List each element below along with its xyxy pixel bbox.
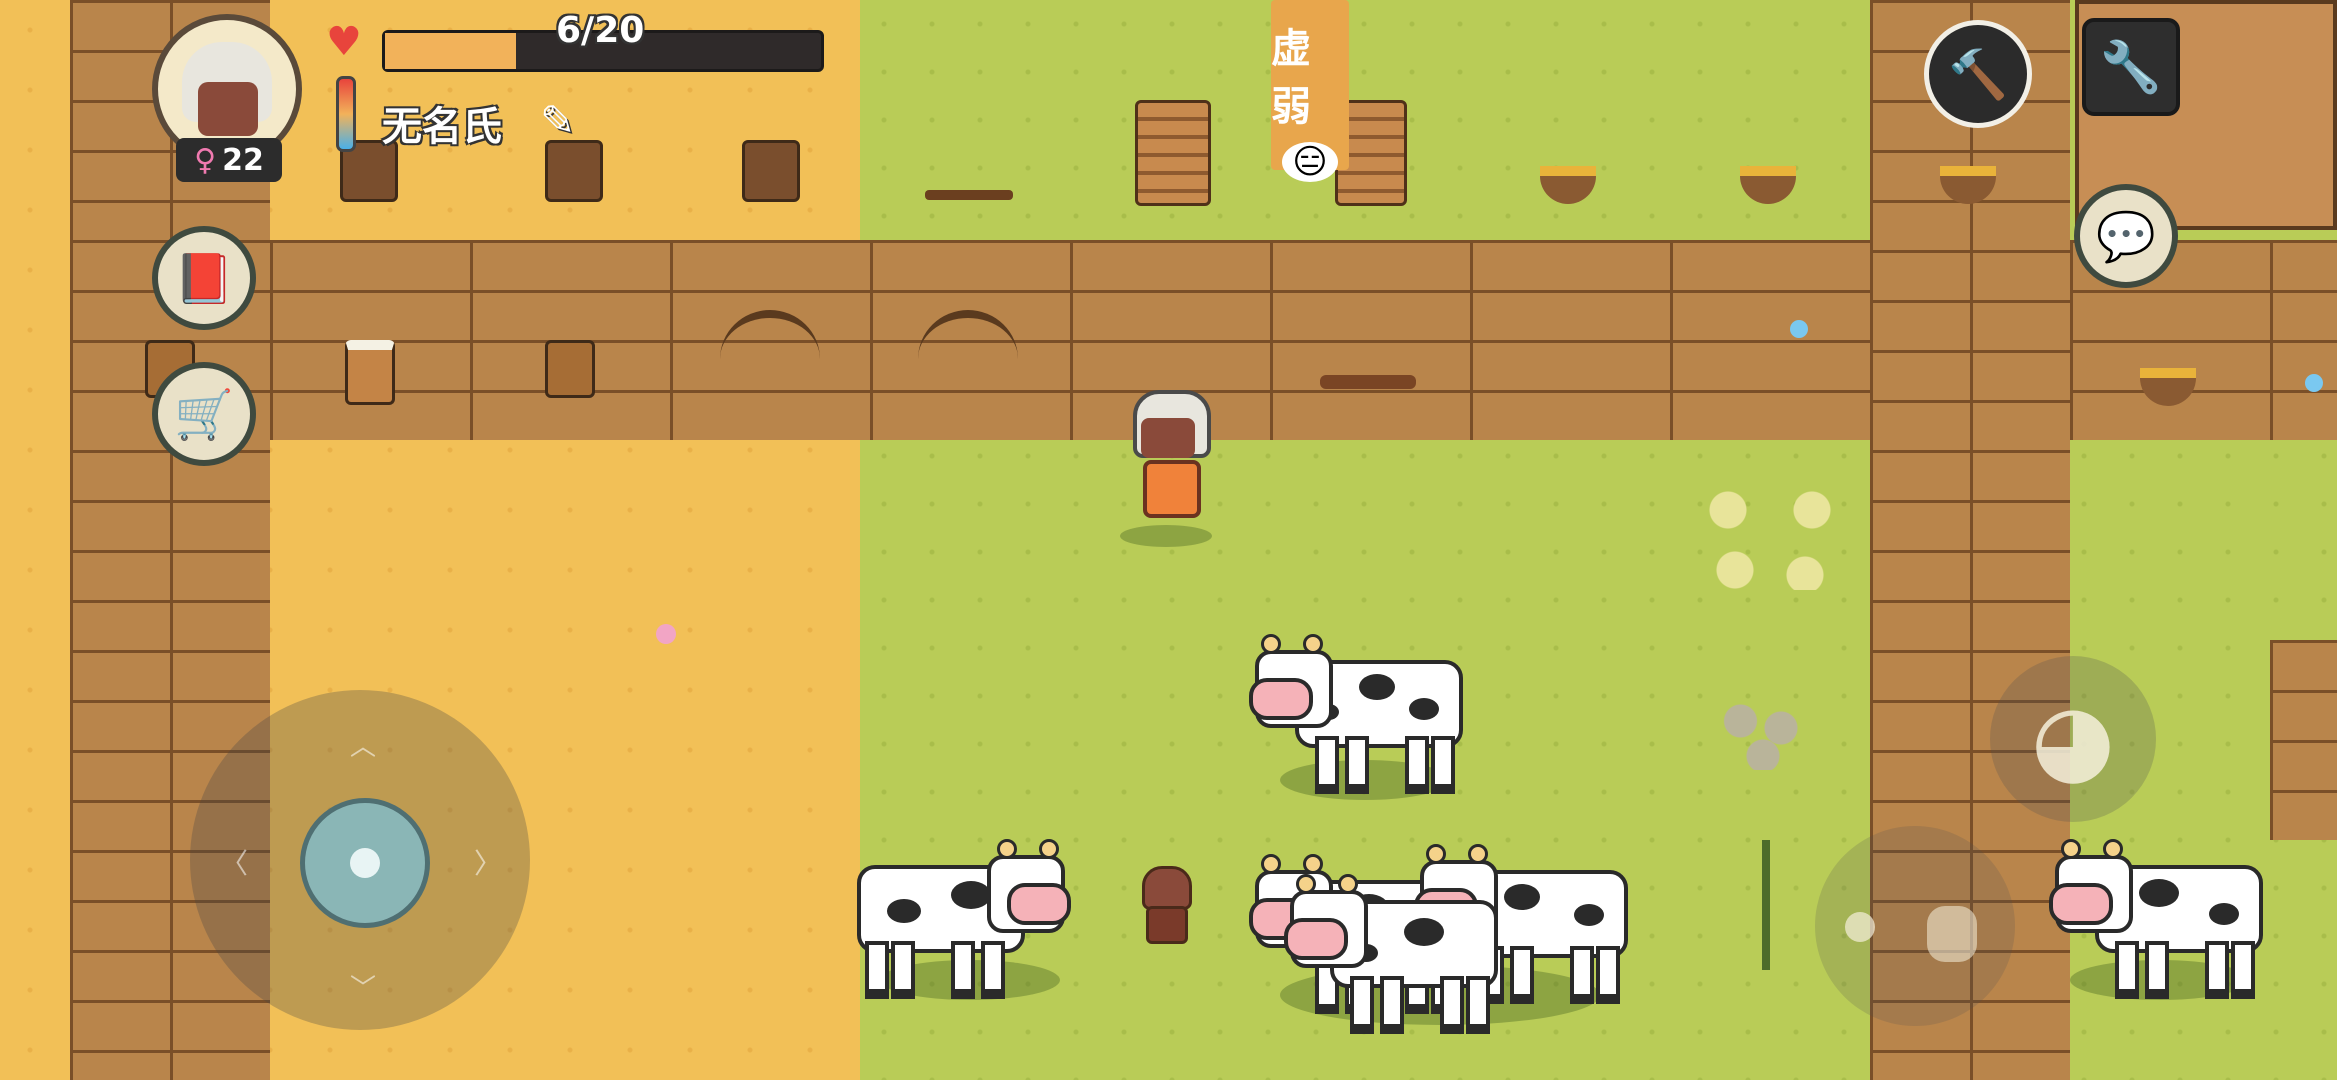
joystick-arrow-right: 〉 — [474, 847, 503, 880]
status-label: 虚弱 — [1271, 26, 1311, 130]
sapling[interactable] — [1762, 840, 1770, 970]
stones — [1700, 490, 1840, 590]
gray-stones — [1718, 700, 1808, 770]
stick[interactable] — [925, 190, 1013, 200]
heart-icon: ♥ — [326, 19, 362, 65]
temperature-gauge — [336, 76, 356, 152]
cart-icon: 🛒 — [174, 386, 234, 443]
cow[interactable] — [855, 839, 1071, 999]
bow-weapon[interactable] — [720, 310, 820, 408]
journal-button[interactable]: 📕 — [152, 226, 256, 330]
cow[interactable] — [1249, 634, 1465, 794]
health-bar-fill — [385, 33, 516, 69]
wrench-icon: 🔧 — [2099, 37, 2163, 96]
bucket[interactable] — [545, 340, 595, 398]
female-icon: ♀ — [194, 142, 217, 178]
child-character — [1138, 866, 1192, 944]
weak-face-icon: 😑 — [1282, 142, 1338, 182]
joystick-arrow-left: 〈 — [220, 847, 249, 880]
edit-name-icon[interactable]: ✎ — [540, 96, 575, 145]
bow-weapon[interactable] — [918, 310, 1018, 408]
chat-button[interactable]: 💬 — [2074, 184, 2178, 288]
joystick-base[interactable]: ︿ ﹀ 〈 〉 — [190, 690, 530, 1030]
basket[interactable] — [545, 140, 603, 202]
age-value: 22 — [222, 142, 264, 178]
player-character — [1125, 390, 1211, 530]
wood-path-far-right — [2270, 640, 2337, 840]
health-value: 6/20 — [556, 10, 645, 51]
hammer-icon: 🔨 — [1948, 46, 2008, 103]
butterfly — [1790, 320, 1808, 338]
action-button[interactable] — [1815, 826, 2015, 1026]
butterfly — [2305, 374, 2323, 392]
settings-button[interactable]: 🔧 — [2082, 18, 2180, 116]
eat-icon: ◕ — [2031, 683, 2115, 795]
basket[interactable] — [742, 140, 800, 202]
eat-button[interactable]: ◕ — [1990, 656, 2156, 822]
build-button[interactable]: 🔨 — [1924, 20, 2032, 128]
joystick-arrow-up: ︿ — [350, 732, 377, 762]
water-bucket[interactable] — [345, 340, 395, 405]
joystick-center-dot — [350, 848, 380, 878]
action-dot — [1845, 912, 1875, 942]
status-effect-tag[interactable]: 虚弱 😑 — [1271, 0, 1349, 182]
cow[interactable] — [1284, 874, 1500, 1034]
joystick-arrow-down: ﹀ — [350, 974, 377, 1004]
hand-icon — [1927, 906, 1977, 962]
butterfly — [656, 624, 676, 644]
joystick-knob[interactable] — [300, 798, 430, 928]
cow[interactable] — [2049, 839, 2265, 999]
shop-button[interactable]: 🛒 — [152, 362, 256, 466]
age-badge: ♀ 22 — [176, 138, 282, 182]
chat-icon: 💬 — [2096, 208, 2156, 265]
player-name: 无名氏 — [382, 104, 502, 150]
branch[interactable] — [1320, 375, 1416, 389]
book-icon: 📕 — [174, 250, 234, 307]
basket-stack[interactable] — [1135, 100, 1211, 206]
